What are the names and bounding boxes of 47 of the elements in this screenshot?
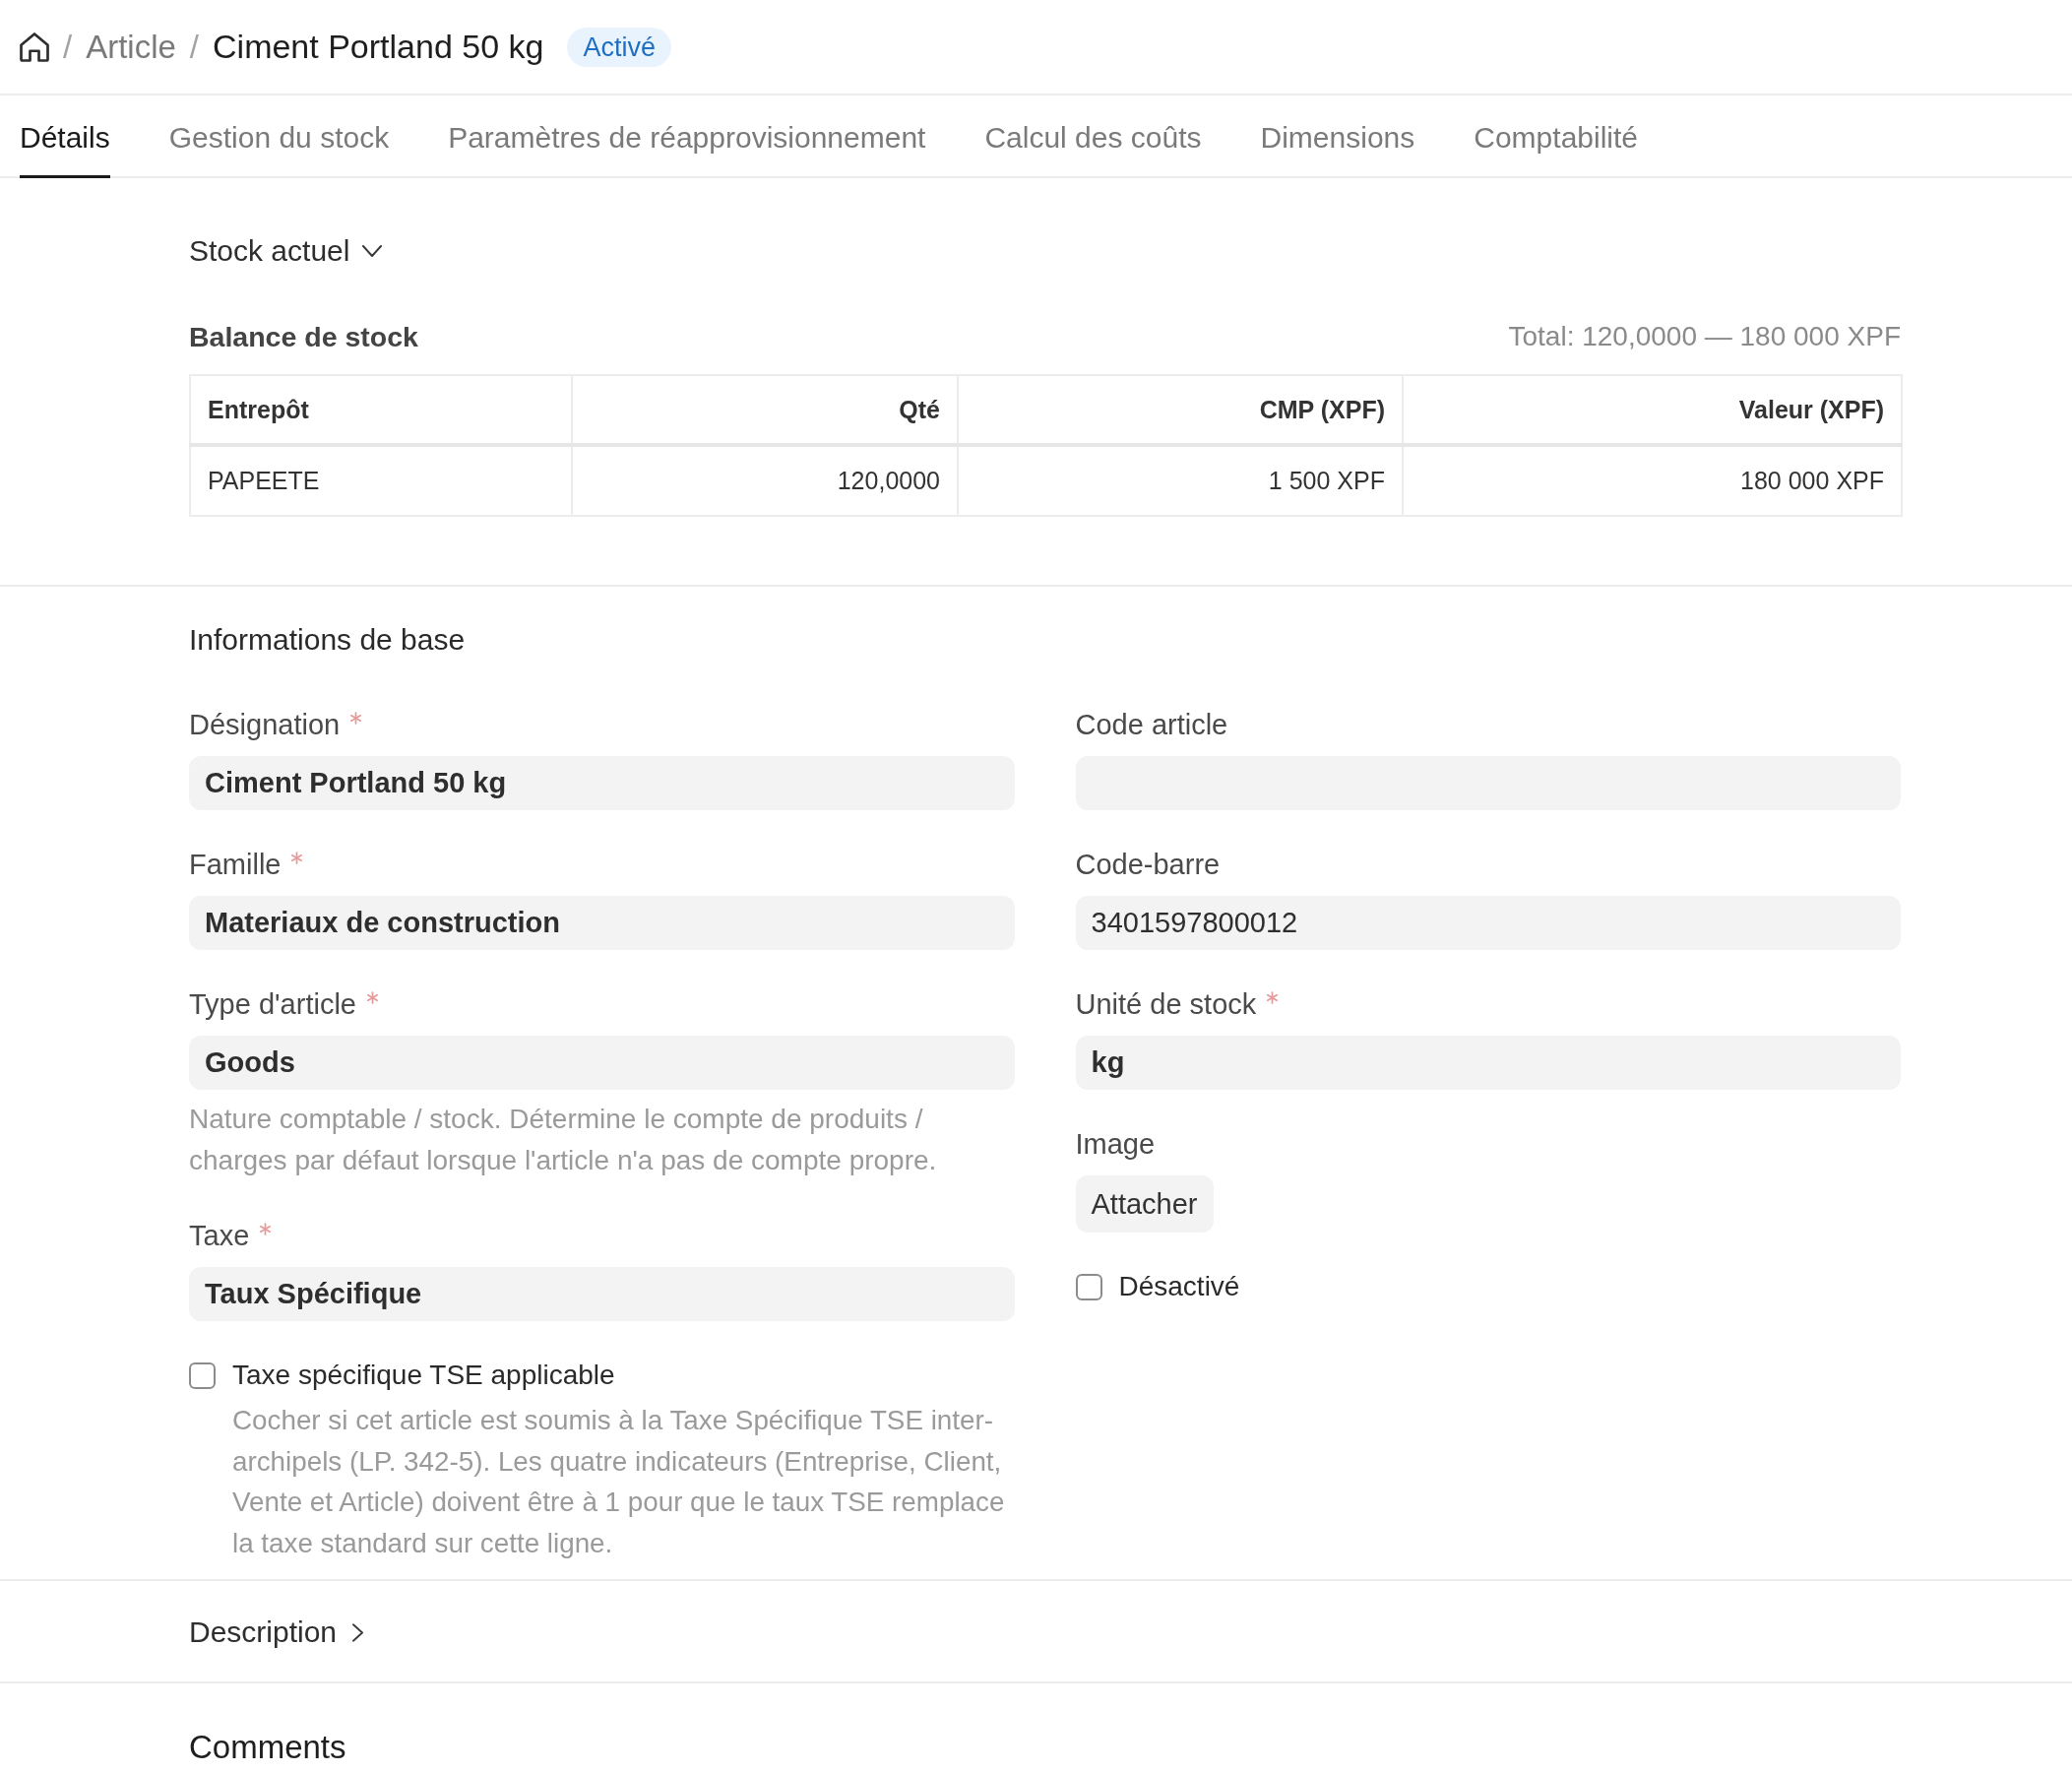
table-title: Balance de stock xyxy=(189,320,418,353)
field-label: Famille xyxy=(189,848,282,882)
checkbox-label: Taxe spécifique TSE applicable xyxy=(232,1359,615,1392)
breadcrumb-separator: / xyxy=(63,28,73,66)
table-cell: 120,0000 xyxy=(572,445,958,516)
column-header: Qté xyxy=(572,375,958,445)
breadcrumb-link[interactable]: Article xyxy=(86,28,176,66)
section-title: Informations de base xyxy=(189,622,467,658)
checkbox-label: Désactivé xyxy=(1118,1270,1240,1303)
field-label: Désignation xyxy=(189,708,341,742)
status-badge: Activé xyxy=(567,27,671,67)
tab[interactable]: Comptabilité xyxy=(1474,95,1638,178)
table-cell: 1 500 XPF xyxy=(958,445,1403,516)
section-toggle[interactable]: Description xyxy=(189,1614,364,1650)
tab[interactable]: Gestion du stock xyxy=(168,95,390,178)
tab[interactable]: Calcul des coûts xyxy=(984,95,1202,178)
input-field[interactable]: Ciment Portland 50 kg xyxy=(189,756,1015,810)
section-title: Comments xyxy=(189,1728,347,1767)
tab[interactable]: Dimensions xyxy=(1260,95,1415,178)
field-label: Unité de stock xyxy=(1075,987,1257,1022)
input-field[interactable]: Taux Spécifique xyxy=(189,1267,1015,1321)
field-label: Code-barre xyxy=(1075,848,1221,882)
table-cell: PAPEETE xyxy=(190,445,572,516)
field-label: Image xyxy=(1075,1127,1156,1162)
field-label: Type d'article xyxy=(189,987,356,1022)
checkbox[interactable] xyxy=(1075,1273,1102,1300)
breadcrumb-separator: / xyxy=(189,28,200,66)
input-field[interactable]: Goods xyxy=(189,1036,1015,1090)
tab[interactable]: Détails xyxy=(20,95,110,178)
column-header: CMP (XPF) xyxy=(958,375,1403,445)
input-field[interactable]: kg xyxy=(1075,1036,1901,1090)
table-cell: 180 000 XPF xyxy=(1403,445,1902,516)
field-label: Code article xyxy=(1075,708,1228,742)
attach-button[interactable]: Attacher xyxy=(1075,1175,1214,1233)
help-text: Nature comptable / stock. Détermine le compte de produits / charges par défaut lorsque l'article n'a pas de compte propre. xyxy=(189,1103,938,1177)
column-header: Valeur (XPF) xyxy=(1403,375,1902,445)
field-label: Taxe xyxy=(189,1219,250,1253)
input-field[interactable]: Materiaux de construction xyxy=(189,896,1015,950)
page-title: Ciment Portland 50 kg xyxy=(213,28,544,66)
home-icon[interactable] xyxy=(20,32,49,62)
tab[interactable]: Paramètres de réapprovisionnement xyxy=(448,95,926,178)
help-text: Cocher si cet article est soumis à la Taxe Spécifique TSE inter-archipels (LP. 342-5). Les quatre indicateurs (Entreprise, Client, Vente et Article) doivent être à 1 pour que le taux TSE remplace la taxe standard sur cette ligne. xyxy=(232,1404,1006,1560)
input-field[interactable]: 3401597800012 xyxy=(1075,896,1901,950)
checkbox[interactable] xyxy=(189,1361,216,1389)
total-summary: Total: 120,0000 — 180 000 XPF xyxy=(1508,321,1901,352)
section-toggle[interactable]: Stock actuel xyxy=(189,233,383,269)
column-header: Entrepôt xyxy=(190,375,572,445)
